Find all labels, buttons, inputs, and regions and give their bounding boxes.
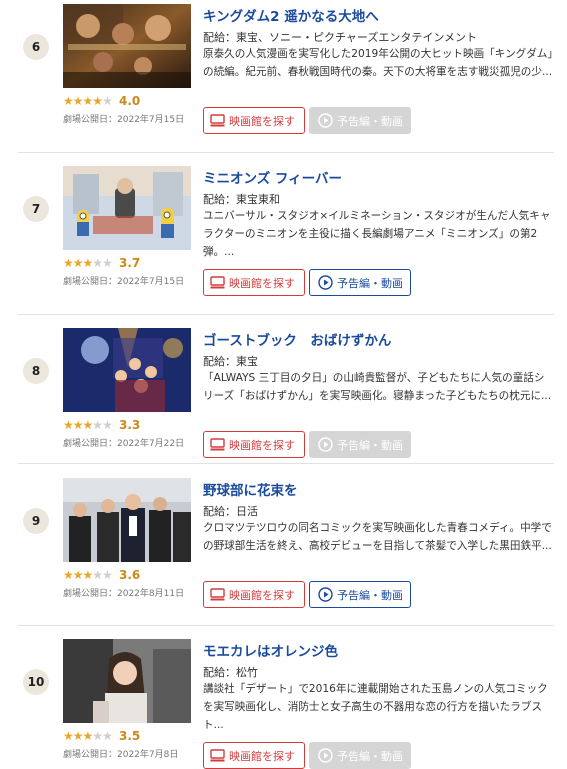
movie-description: 原泰久の人気漫画を実写化した2019年公開の大ヒット映画「キングダム」の続編。紀… bbox=[203, 48, 553, 78]
distributor: 配給：松竹 bbox=[203, 666, 258, 679]
release-date: 劇場公開日：2022年7月8日 bbox=[63, 750, 179, 760]
item-divider bbox=[18, 152, 554, 153]
star-icon: ★ bbox=[72, 418, 84, 432]
rank-badge: 8 bbox=[23, 358, 49, 384]
movie-title-link[interactable]: ミニオンズ フィーバー bbox=[203, 167, 342, 187]
movie-title-link[interactable]: モエカレはオレンジ色 bbox=[203, 640, 338, 660]
trailer-button[interactable]: 予告編・動画 bbox=[309, 581, 411, 608]
star-icon: ★ bbox=[92, 256, 103, 270]
star-icon: ★ bbox=[82, 418, 94, 432]
item-divider bbox=[18, 463, 554, 464]
star-icon: ★ bbox=[63, 256, 74, 270]
movie-title-link[interactable]: キングダム2 遥かなる大地へ bbox=[203, 5, 379, 25]
movie-poster[interactable] bbox=[63, 4, 191, 88]
star-icon: ★ bbox=[102, 418, 113, 432]
find-theater-button[interactable]: 映画館を探す bbox=[203, 269, 305, 296]
star-icon: ★ bbox=[82, 94, 94, 108]
star-icon: ★ bbox=[102, 729, 113, 743]
star-icon: ★ bbox=[102, 568, 113, 582]
release-date: 劇場公開日：2022年8月11日 bbox=[63, 589, 185, 599]
theater-icon bbox=[210, 749, 225, 762]
star-icon: ★ bbox=[82, 729, 94, 743]
movie-poster[interactable] bbox=[63, 478, 191, 562]
release-date: 劇場公開日：2022年7月15日 bbox=[63, 115, 185, 125]
star-icon: ★ bbox=[82, 568, 94, 582]
distributor: 配給：日活 bbox=[203, 505, 258, 518]
distributor: 配給：東宝 bbox=[203, 355, 258, 368]
play-icon bbox=[318, 113, 333, 128]
rating-score: 3.7 bbox=[119, 256, 141, 270]
rank-badge: 9 bbox=[23, 508, 49, 534]
theater-icon bbox=[210, 438, 225, 451]
rating-score: 3.6 bbox=[119, 568, 141, 582]
trailer-button[interactable]: 予告編・動画 bbox=[309, 742, 411, 769]
distributor: 配給：東宝東和 bbox=[203, 193, 280, 206]
release-date: 劇場公開日：2022年7月22日 bbox=[63, 439, 185, 449]
theater-icon bbox=[210, 588, 225, 601]
rank-badge: 7 bbox=[23, 196, 49, 222]
rank-badge: 6 bbox=[23, 34, 49, 60]
trailer-button[interactable]: 予告編・動画 bbox=[309, 269, 411, 296]
play-icon bbox=[318, 748, 333, 763]
find-theater-label: 映画館を探す bbox=[229, 749, 295, 763]
star-rating: ★★★★★ bbox=[63, 568, 113, 582]
star-icon: ★ bbox=[92, 418, 103, 432]
movie-poster[interactable] bbox=[63, 328, 191, 412]
star-icon: ★ bbox=[82, 256, 94, 270]
star-icon: ★ bbox=[63, 568, 74, 582]
play-icon bbox=[318, 587, 333, 602]
find-theater-label: 映画館を探す bbox=[229, 438, 295, 452]
movie-poster[interactable] bbox=[63, 639, 191, 723]
theater-icon bbox=[210, 276, 225, 289]
star-icon: ★ bbox=[102, 94, 113, 108]
star-icon: ★ bbox=[92, 94, 103, 108]
movie-title-link[interactable]: ゴーストブック おばけずかん bbox=[203, 329, 391, 349]
theater-icon bbox=[210, 114, 225, 127]
star-icon: ★ bbox=[72, 256, 84, 270]
release-date: 劇場公開日：2022年7月15日 bbox=[63, 277, 185, 287]
trailer-label: 予告編・動画 bbox=[337, 114, 403, 128]
star-rating: ★★★★★ bbox=[63, 418, 113, 432]
rank-badge: 10 bbox=[23, 669, 49, 695]
trailer-label: 予告編・動画 bbox=[337, 588, 403, 602]
movie-description: クロマツテツロウの同名コミックを実写映画化した青春コメディ。中学での野球部生活を… bbox=[203, 522, 552, 552]
star-rating: ★★★★★ bbox=[63, 729, 113, 743]
star-icon: ★ bbox=[72, 94, 84, 108]
trailer-label: 予告編・動画 bbox=[337, 438, 403, 452]
star-icon: ★ bbox=[63, 418, 74, 432]
find-theater-label: 映画館を探す bbox=[229, 276, 295, 290]
star-icon: ★ bbox=[72, 729, 84, 743]
find-theater-label: 映画館を探す bbox=[229, 588, 295, 602]
star-icon: ★ bbox=[63, 729, 74, 743]
movie-description: 講談社「デザート」で2016年に連載開始された玉島ノンの人気コミックを実写映画化… bbox=[203, 683, 548, 731]
rating-score: 3.5 bbox=[119, 729, 141, 743]
star-icon: ★ bbox=[72, 568, 84, 582]
rating-score: 3.3 bbox=[119, 418, 141, 432]
find-theater-label: 映画館を探す bbox=[229, 114, 295, 128]
movie-poster[interactable] bbox=[63, 166, 191, 250]
star-icon: ★ bbox=[92, 729, 103, 743]
find-theater-button[interactable]: 映画館を探す bbox=[203, 431, 305, 458]
play-icon bbox=[318, 275, 333, 290]
movie-description: 「ALWAYS 三丁目の夕日」の山崎貴監督が、子どもたちに人気の童話シリーズ「お… bbox=[203, 372, 552, 402]
distributor: 配給：東宝、ソニー・ピクチャーズエンタテインメント bbox=[203, 31, 478, 44]
star-icon: ★ bbox=[63, 94, 74, 108]
star-rating: ★★★★★ bbox=[63, 256, 113, 270]
trailer-label: 予告編・動画 bbox=[337, 749, 403, 763]
trailer-label: 予告編・動画 bbox=[337, 276, 403, 290]
movie-title-link[interactable]: 野球部に花束を bbox=[203, 479, 298, 499]
find-theater-button[interactable]: 映画館を探す bbox=[203, 742, 305, 769]
play-icon bbox=[318, 437, 333, 452]
star-rating: ★★★★★ bbox=[63, 94, 113, 108]
trailer-button[interactable]: 予告編・動画 bbox=[309, 431, 411, 458]
movie-description: ユニバーサル・スタジオ×イルミネーション・スタジオが生んだ人気キャラクターのミニ… bbox=[203, 210, 551, 258]
item-divider bbox=[18, 314, 554, 315]
find-theater-button[interactable]: 映画館を探す bbox=[203, 581, 305, 608]
star-icon: ★ bbox=[92, 568, 103, 582]
trailer-button[interactable]: 予告編・動画 bbox=[309, 107, 411, 134]
rating-score: 4.0 bbox=[119, 94, 141, 108]
star-icon: ★ bbox=[102, 256, 113, 270]
find-theater-button[interactable]: 映画館を探す bbox=[203, 107, 305, 134]
item-divider bbox=[18, 625, 554, 626]
